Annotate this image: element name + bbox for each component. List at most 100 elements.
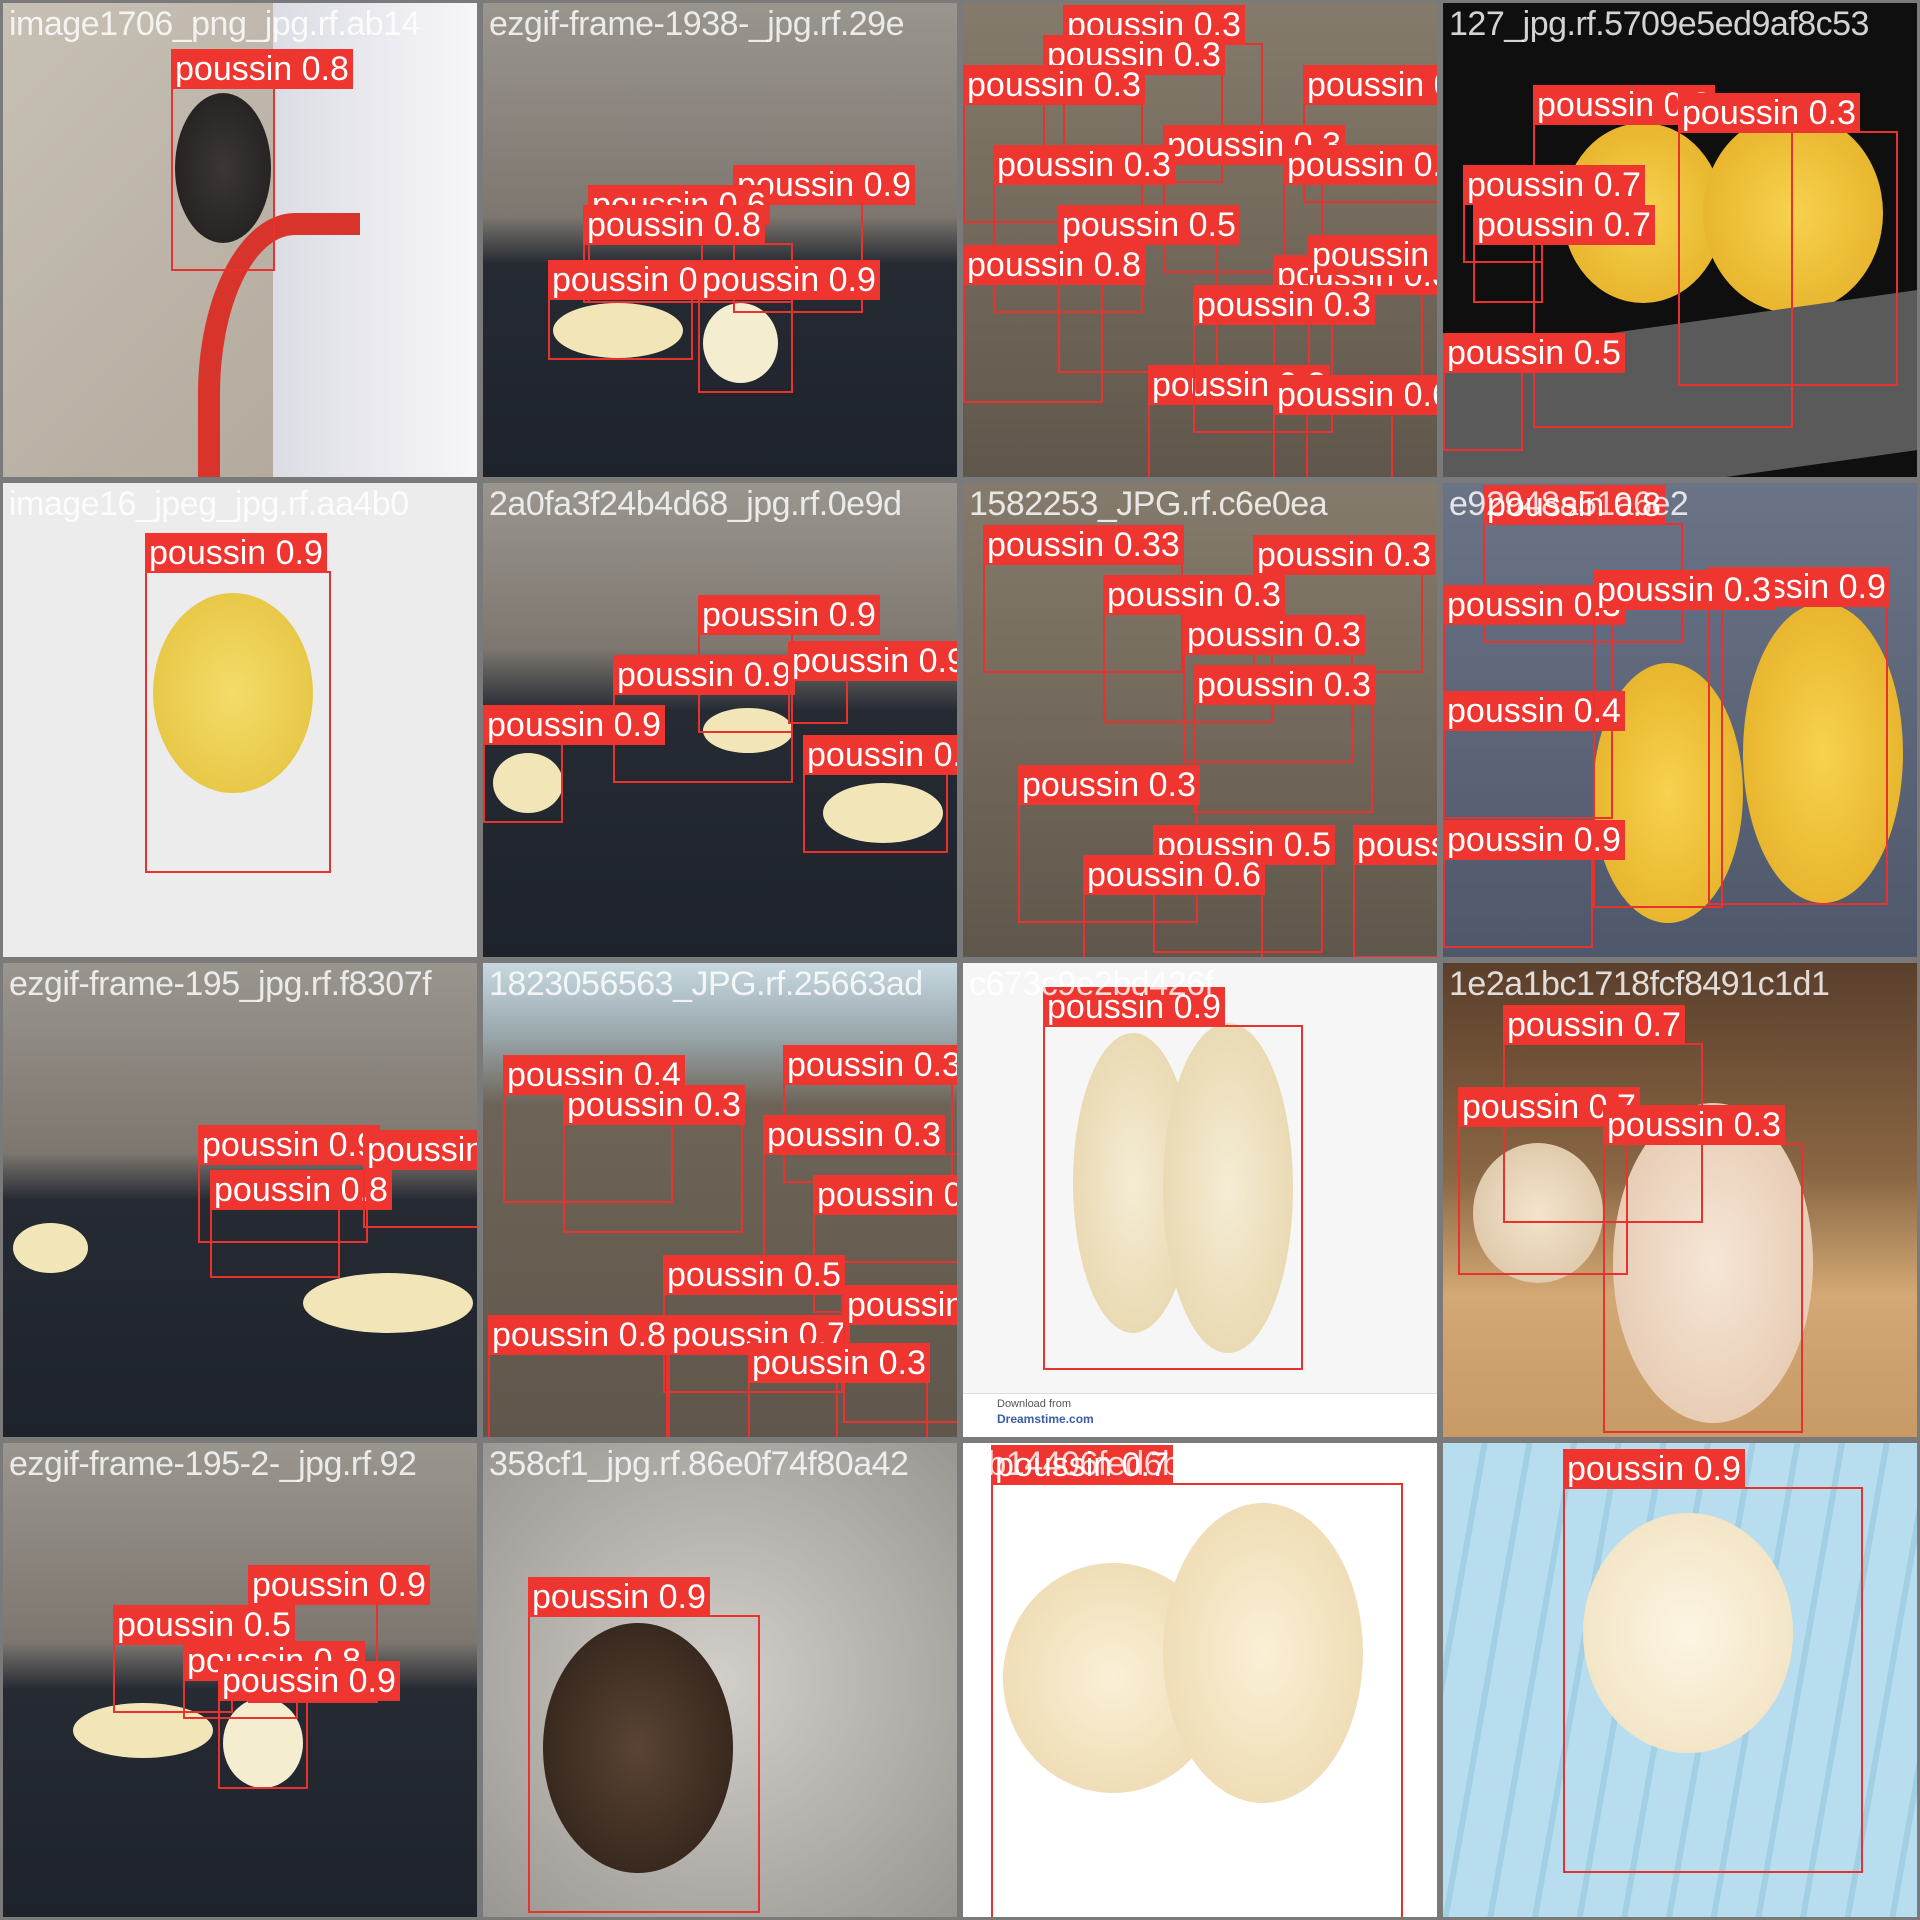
detection-label: poussin 0.9 xyxy=(145,533,327,573)
detection-label: poussin 0.8 xyxy=(488,1315,670,1355)
detection-box: poussin 0.8 xyxy=(210,1170,392,1278)
detection-box: poussin 0.9 xyxy=(145,533,331,873)
detection-label: poussin 0.3 xyxy=(1103,575,1285,615)
detection-box: poussin 0.9 xyxy=(1563,1449,1863,1873)
detection-label: poussin 0.9 xyxy=(483,705,665,745)
detection-label: poussin 0.6 xyxy=(843,1285,957,1325)
detection-box: poussin 0.9 xyxy=(548,260,730,360)
detection-box: poussin 0.8 xyxy=(171,49,353,271)
filename-label: 2a0fa3f24b4d68_jpg.rf.0e9d xyxy=(489,485,902,523)
detection-box: poussin 0.7 xyxy=(991,1445,1403,1917)
detection-label: poussin 0.3 xyxy=(1193,285,1375,325)
tile-e92948: e92948a51a6e2 poussin 0.8 poussin 0.9 po… xyxy=(1440,480,1920,960)
filename-label: ezgif-frame-195_jpg.rf.f8307f xyxy=(9,965,432,1003)
detection-label: poussin 0.6 xyxy=(1283,145,1437,185)
detection-label: poussin 0.8 xyxy=(1353,825,1437,865)
detection-label: poussin 0.6 xyxy=(1273,375,1437,415)
tile-358cf1: 358cf1_jpg.rf.86e0f74f80a42 poussin 0.9 xyxy=(480,1440,960,1920)
detection-box: poussin 0.9 xyxy=(698,260,880,393)
detection-box: poussin 0.9 xyxy=(1708,567,1890,905)
detection-label: poussin 0.3 xyxy=(963,65,1145,105)
tile-127: 127_jpg.rf.5709e5ed9af8c53 poussin 0.3 p… xyxy=(1440,0,1920,480)
filename-label: 1e2a1bc1718fcf8491c1d1 xyxy=(1449,965,1830,1003)
detection-label: poussin 0.3 xyxy=(1303,65,1437,105)
detection-label: poussin 0.9 xyxy=(218,1661,400,1701)
tile-ezgif-195-2: ezgif-frame-195-2-_jpg.rf.92 poussin 0.9… xyxy=(0,1440,480,1920)
detection-box: poussin 0.6 xyxy=(1273,375,1437,477)
detection-label: poussin 0.3 xyxy=(748,1343,930,1383)
detection-label: poussin 0.3 xyxy=(1183,615,1365,655)
detection-label: poussin 0.3 xyxy=(813,1175,957,1215)
detection-box: poussin 0.9 xyxy=(483,705,665,823)
watermark-footer: Download from Dreamstime.com xyxy=(963,1393,1437,1437)
detection-label: poussin 0.9 xyxy=(1443,820,1625,860)
detection-label: poussin 0.9 xyxy=(698,595,880,635)
detection-box: poussin 0.4 xyxy=(1443,691,1625,819)
detection-label: poussin 0.3 xyxy=(1603,1105,1785,1145)
detection-box: poussin 0.3 xyxy=(1603,1105,1803,1433)
detection-label: poussin 0.5 xyxy=(1308,235,1437,275)
detection-label: poussin 0.7 xyxy=(1473,205,1655,245)
detection-label: poussin 0.9 xyxy=(198,1125,380,1165)
detection-label: poussin 0.6 xyxy=(1083,855,1265,895)
detection-box: poussin 0.8 xyxy=(488,1315,670,1437)
filename-label: 1582253_JPG.rf.c6e0ea xyxy=(969,485,1328,523)
tile-2a0fa3: 2a0fa3f24b4d68_jpg.rf.0e9d poussin 0.9 p… xyxy=(480,480,960,960)
detection-label: poussin 0.5 xyxy=(663,1255,845,1295)
detection-label: poussin 0.3 xyxy=(763,1115,945,1155)
detection-box: poussin 0.9 xyxy=(528,1577,760,1913)
detection-label: poussin 0.9 xyxy=(1563,1449,1745,1489)
tile-image1706: image1706_png_jpg.rf.ab14 poussin 0.8 xyxy=(0,0,480,480)
tile-c673c9: c673c9e2bd426f Download from Dreamstime.… xyxy=(960,960,1440,1440)
tile-1582253: 1582253_JPG.rf.c6e0ea poussin 0.33 pouss… xyxy=(960,480,1440,960)
filename-label: image1706_png_jpg.rf.ab14 xyxy=(9,5,420,43)
detection-box: poussin 0.6 xyxy=(1083,855,1265,957)
filename-label: 358cf1_jpg.rf.86e0f74f80a42 xyxy=(489,1445,909,1483)
detection-label: poussin 0.9 xyxy=(613,655,795,695)
detection-label: poussin 0.3 xyxy=(803,735,957,775)
filename-label: 8b14406fed6b xyxy=(969,1445,1181,1483)
detection-label: poussin 0.7 xyxy=(1463,165,1645,205)
detection-box: poussin 0.3 xyxy=(1678,93,1898,386)
tile-ezgif-195: ezgif-frame-195_jpg.rf.f8307f poussin 0.… xyxy=(0,960,480,1440)
detection-label: poussin 0.3 xyxy=(1678,93,1860,133)
detection-box: poussin 0.3 xyxy=(748,1343,930,1437)
detection-label: poussin 0.8 xyxy=(583,205,765,245)
detection-label: poussin 0.5 xyxy=(113,1605,295,1645)
detection-label: poussin 0.3 xyxy=(1593,570,1775,610)
detection-box: poussin 0.9 xyxy=(1043,987,1303,1370)
detection-box: poussin 0.9 xyxy=(363,1130,477,1228)
detection-box: poussin 0.9 xyxy=(1443,820,1625,948)
detection-box: poussin 0.3 xyxy=(1193,665,1375,813)
filename-label: ezgif-frame-195-2-_jpg.rf.92 xyxy=(9,1445,417,1483)
detection-label: poussin 0.9 xyxy=(363,1130,477,1170)
watermark-text-line2: Dreamstime.com xyxy=(997,1412,1094,1426)
detection-box: poussin 0.3 xyxy=(563,1085,745,1233)
detection-label: poussin 0.3 xyxy=(1018,765,1200,805)
detection-box: poussin 0.9 xyxy=(218,1661,400,1789)
filename-label: 127_jpg.rf.5709e5ed9af8c53 xyxy=(1449,5,1869,43)
detection-label: poussin 0.3 xyxy=(563,1085,745,1125)
detection-box: poussin 0.3 xyxy=(1593,570,1775,908)
detection-label: poussin 0.5 xyxy=(1443,333,1625,373)
filename-label: c673c9e2bd426f xyxy=(969,965,1214,1003)
detection-label: poussin 0.3 xyxy=(1193,665,1375,705)
detection-label: poussin 0.3 xyxy=(783,1045,957,1085)
detection-label: poussin 0.8 xyxy=(171,49,353,89)
filename-label: ezgif-frame-1938-_jpg.rf.29e xyxy=(489,5,905,43)
detection-label: poussin 0.3 xyxy=(993,145,1175,185)
tile-1e2a1bc: 1e2a1bc1718fcf8491c1d1 poussin 0.7 pouss… xyxy=(1440,960,1920,1440)
detection-box: poussin 0.9 xyxy=(788,641,957,724)
detection-box: poussin 0.5 xyxy=(1443,333,1625,451)
tile-barn-a: poussin 0.3 poussin 0.3 poussin 0.3 pous… xyxy=(960,0,1440,480)
detection-label: poussin 0.9 xyxy=(698,260,880,300)
tile-image16: image16_jpeg_jpg.rf.aa4b0 poussin 0.9 xyxy=(0,480,480,960)
watermark-text-line1: Download from xyxy=(997,1398,1071,1410)
detection-label: poussin 0.9 xyxy=(788,641,957,681)
filename-label: image16_jpeg_jpg.rf.aa4b0 xyxy=(9,485,409,523)
detection-label: poussin 0.5 xyxy=(1058,205,1240,245)
filename-label: 1823056563_JPG.rf.25663ad xyxy=(489,965,923,1003)
detection-label: poussin 0.9 xyxy=(248,1565,430,1605)
detection-label: poussin 0.9 xyxy=(528,1577,710,1617)
detection-box: poussin 0.8 xyxy=(1353,825,1437,957)
